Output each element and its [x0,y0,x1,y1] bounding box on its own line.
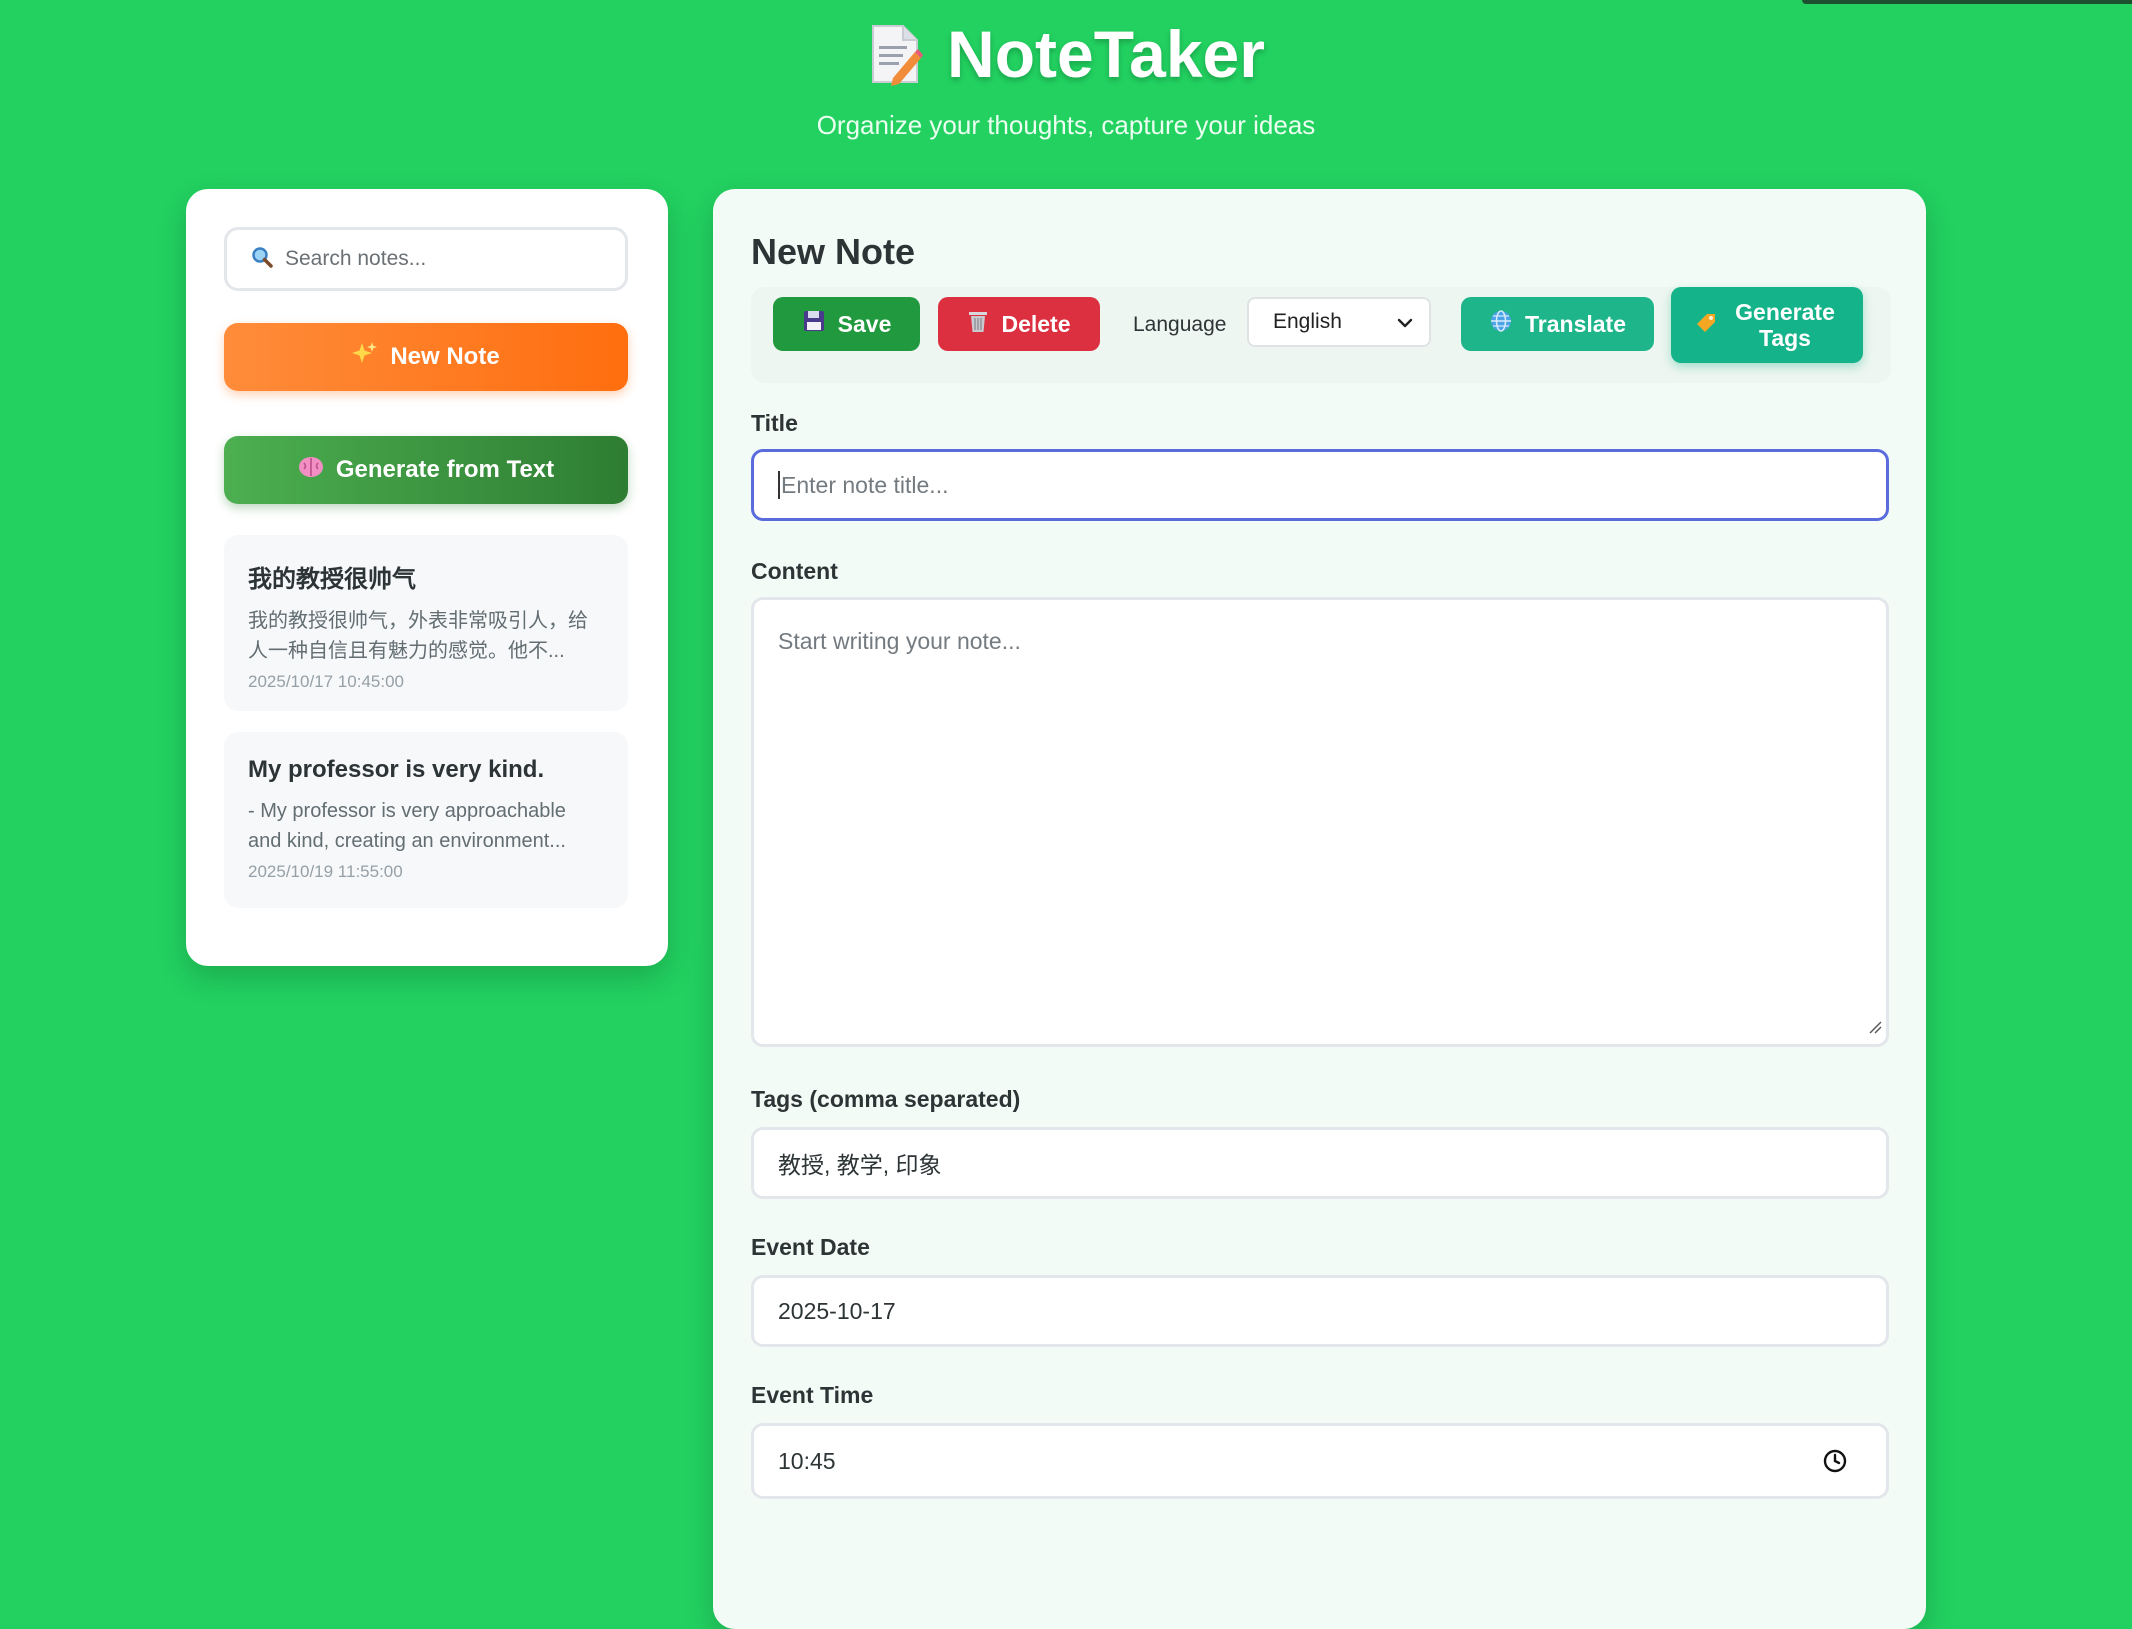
note-editor: New Note Save Delete Language English Tr… [713,189,1926,1629]
generate-tags-button[interactable]: Generate Tags [1671,287,1863,363]
floppy-disk-icon [802,309,826,339]
globe-icon [1489,309,1513,339]
note-date: 2025/10/19 11:55:00 [248,862,403,881]
editor-heading: New Note [751,231,916,272]
save-button[interactable]: Save [773,297,920,351]
note-preview: 我的教授很帅气，外表非常吸引人，给人一种自信且有魅力的感觉。他不... [248,610,588,662]
event-time-value: 10:45 [778,1447,836,1474]
translate-button[interactable]: Translate [1461,297,1654,351]
text-caret [778,471,780,499]
note-list-item[interactable]: My professor is very kind. - My professo… [224,732,628,908]
memo-icon [867,22,924,86]
sparkles-icon [352,341,378,374]
title-input[interactable]: Enter note title... [751,449,1889,521]
language-selected-value: English [1273,310,1342,333]
sidebar: New Note Generate from Text 我的教授很帅气 我的教授… [186,189,668,966]
note-date: 2025/10/17 10:45:00 [248,672,404,691]
search-input[interactable] [283,246,607,272]
delete-button[interactable]: Delete [938,297,1100,351]
language-label: Language [1133,313,1227,336]
language-select[interactable]: English [1247,297,1431,347]
generate-from-text-button[interactable]: Generate from Text [224,436,628,504]
search-icon [251,246,273,273]
event-time-label: Event Time [751,1382,874,1408]
title-label: Title [751,410,798,436]
tags-label: Tags (comma separated) [751,1086,1021,1112]
top-right-edge-bar [1802,0,2132,4]
search-box[interactable] [224,227,628,291]
tag-icon [1694,311,1718,340]
translate-label: Translate [1525,310,1626,337]
editor-toolbar: Save Delete Language English Translate G… [751,287,1891,383]
note-title: My professor is very kind. [248,756,545,783]
content-label: Content [751,558,838,584]
new-note-label: New Note [390,343,500,370]
content-placeholder: Start writing your note... [778,628,1021,654]
title-placeholder: Enter note title... [781,471,949,498]
brain-icon [298,455,324,486]
app-subtitle: Organize your thoughts, capture your ide… [816,110,1316,140]
content-textarea[interactable]: Start writing your note... [751,597,1889,1047]
event-date-input[interactable]: 2025-10-17 [751,1275,1889,1347]
resize-handle-icon[interactable] [1868,1013,1882,1040]
chevron-down-icon [1395,313,1415,339]
save-label: Save [837,310,892,337]
generate-tags-label: Generate Tags [1735,299,1835,351]
app-title-text: NoteTaker [947,17,1265,91]
note-list-item[interactable]: 我的教授很帅气 我的教授很帅气，外表非常吸引人，给人一种自信且有魅力的感觉。他不… [224,535,628,711]
event-date-value: 2025-10-17 [778,1297,896,1324]
clock-icon[interactable] [1822,1448,1848,1480]
event-date-label: Event Date [751,1234,870,1260]
app-title: NoteTaker [0,16,2132,92]
delete-label: Delete [1001,310,1071,337]
tags-input[interactable]: 教授, 教学, 印象 [751,1127,1889,1199]
trash-icon [967,309,989,339]
event-time-input[interactable]: 10:45 [751,1423,1889,1499]
generate-from-text-label: Generate from Text [335,456,555,483]
new-note-button[interactable]: New Note [224,323,628,391]
note-title: 我的教授很帅气 [248,566,416,593]
note-preview: - My professor is very approachable and … [248,800,566,852]
tags-value: 教授, 教学, 印象 [778,1152,942,1178]
